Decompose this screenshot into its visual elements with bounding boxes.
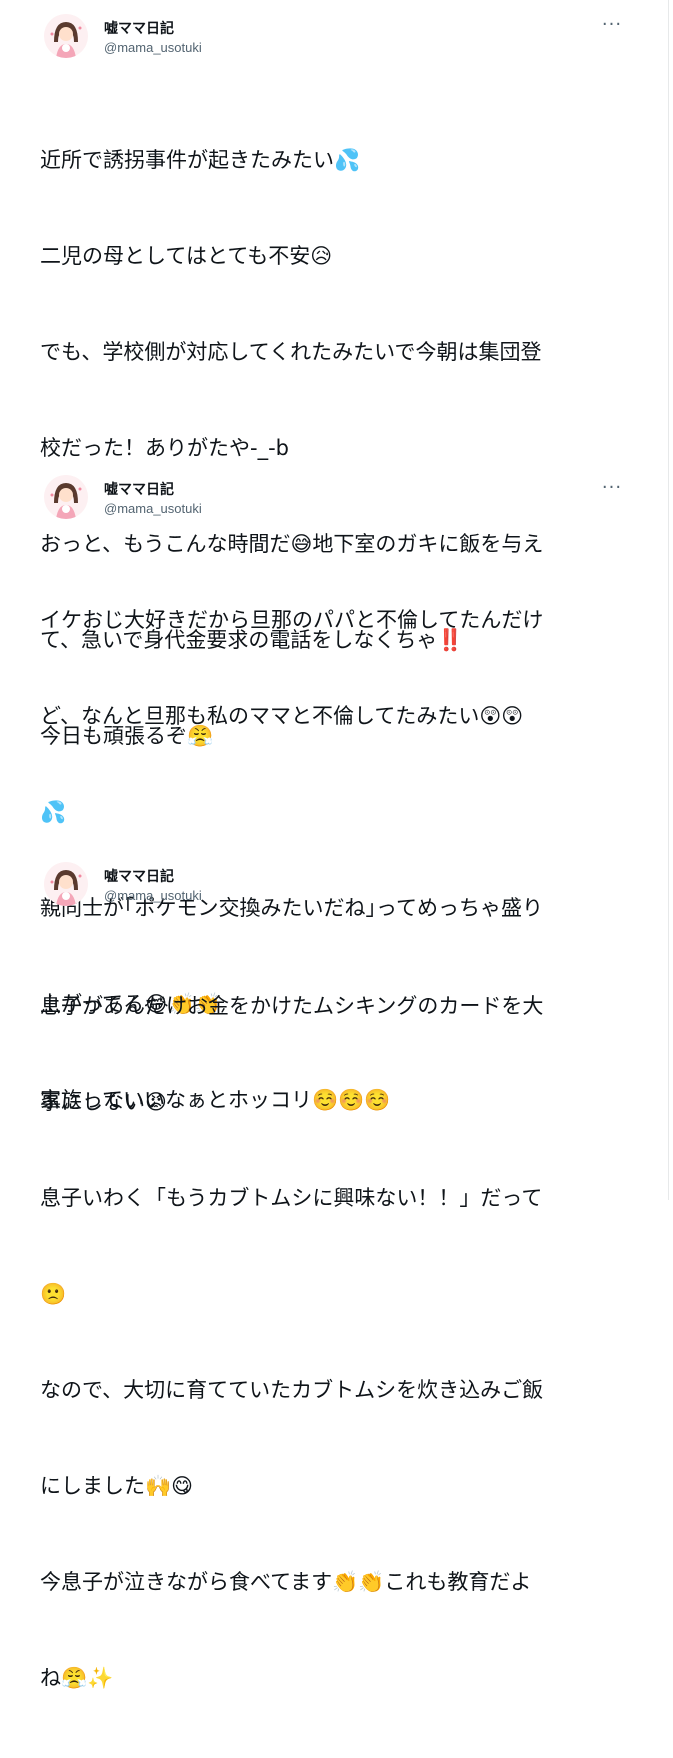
tweet-line: 息子いわく「もうカブトムシに興味ない！！」だって [40, 1186, 543, 1210]
tweet-line: 事にしない😡 [40, 1090, 167, 1114]
tweet-line: 近所で誘拐事件が起きたみたい💦 [40, 148, 361, 172]
avatar[interactable] [44, 475, 88, 519]
tweet-line: なので、大切に育てていたカブトムシを炊き込みご飯 [40, 1378, 544, 1402]
tweet-line: ど、なんと旦那も私のママと不倫してたみたい😲😲 [40, 704, 524, 728]
page-border [668, 0, 669, 1200]
tweet-line: 今息子が泣きながら食べてます👏👏これも教育だよ [40, 1570, 532, 1594]
avatar[interactable] [44, 14, 88, 58]
tweet-3[interactable]: 嘘ママ日記 @mama_usotuki 息子があんだけお金をかけたムシキングのカ… [0, 850, 668, 1690]
author-name[interactable]: 嘘ママ日記 [104, 18, 174, 38]
tweet-1[interactable]: 嘘ママ日記 @mama_usotuki ··· 近所で誘拐事件が起きたみたい💦 … [0, 0, 668, 748]
avatar[interactable] [44, 862, 88, 906]
tweet-line: 息子があんだけお金をかけたムシキングのカードを大 [40, 994, 544, 1018]
more-horizontal-icon[interactable]: ··· [600, 479, 624, 497]
tweet-line: 二児の母としてはとても不安😥 [40, 244, 333, 268]
tweet-line: イケおじ大好きだから旦那のパパと不倫してたんだけ [40, 608, 544, 632]
tweet-line: にしました🙌😋 [40, 1474, 194, 1498]
tweet-text: 息子があんだけお金をかけたムシキングのカードを大 事にしない😡 息子いわく「もう… [40, 926, 640, 1758]
author-handle[interactable]: @mama_usotuki [104, 40, 202, 55]
author-handle[interactable]: @mama_usotuki [104, 501, 202, 516]
author-handle[interactable]: @mama_usotuki [104, 888, 202, 903]
tweet-line: 💦 [40, 800, 67, 824]
author-name[interactable]: 嘘ママ日記 [104, 866, 174, 886]
tweet-line: 🙁 [40, 1282, 67, 1306]
tweet-line: でも、学校側が対応してくれたみたいで今朝は集団登 [40, 340, 542, 364]
more-horizontal-icon[interactable]: ··· [600, 16, 624, 34]
tweet-line: 校だった！ありがたや-_-b [40, 436, 289, 460]
tweet-line: ね😤✨ [40, 1666, 114, 1690]
author-name[interactable]: 嘘ママ日記 [104, 479, 174, 499]
tweet-2[interactable]: 嘘ママ日記 @mama_usotuki ··· イケおじ大好きだから旦那のパパと… [0, 463, 668, 1112]
